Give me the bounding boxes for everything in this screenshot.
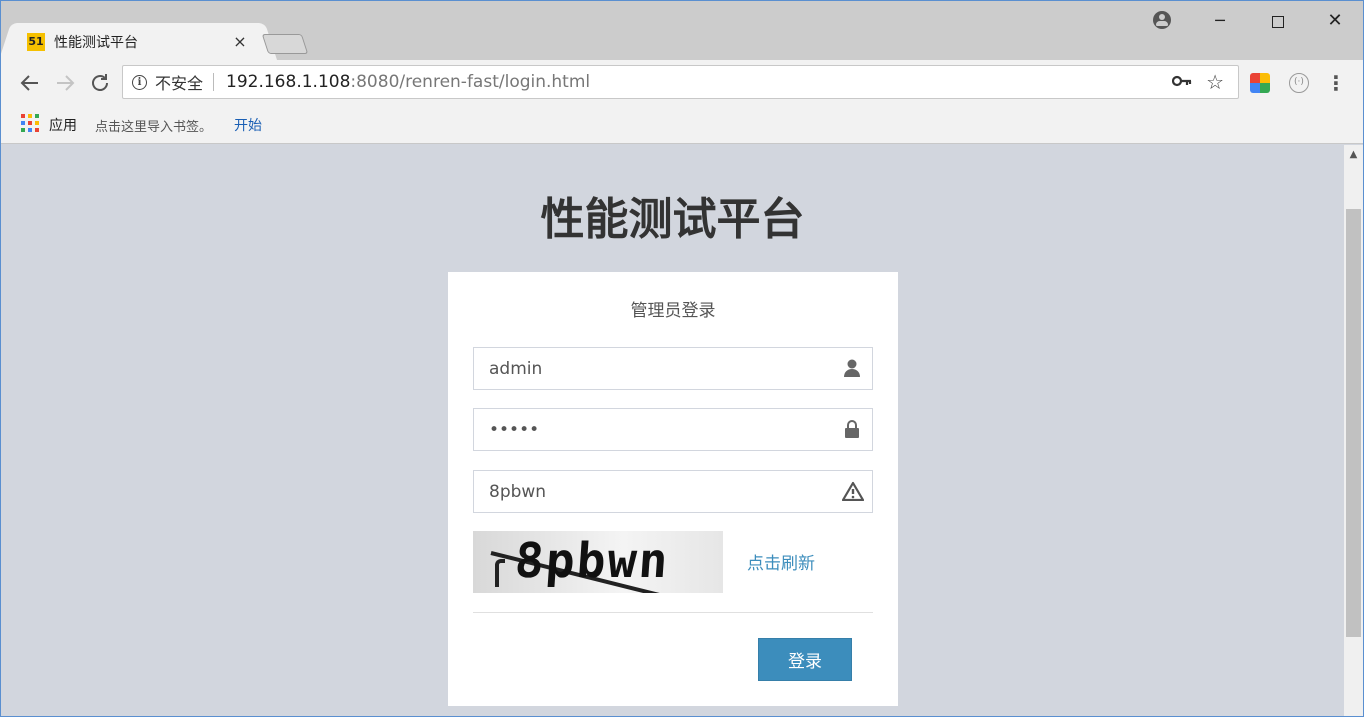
browser-window: 51 性能测试平台 × ─ ✕ i 不安全 192.168.1.108:8080… xyxy=(0,0,1364,717)
username-input[interactable] xyxy=(474,348,834,389)
browser-toolbar: i 不安全 192.168.1.108:8080/renren-fast/log… xyxy=(1,60,1363,105)
url-host: 192.168.1.108 xyxy=(226,72,351,92)
apps-grid-icon[interactable] xyxy=(21,114,39,132)
key-icon[interactable] xyxy=(1171,73,1192,93)
password-field[interactable] xyxy=(473,408,873,451)
tab-strip: 51 性能测试平台 × ─ ✕ xyxy=(1,1,1363,60)
import-bookmarks-hint: 点击这里导入书签。 xyxy=(95,120,213,135)
captcha-noise-hook xyxy=(495,559,505,587)
reload-button[interactable] xyxy=(87,70,113,96)
browser-menu-icon[interactable]: ⋮ xyxy=(1326,70,1346,96)
vertical-scrollbar[interactable]: ▲ xyxy=(1344,145,1363,716)
site-favicon-icon: 51 xyxy=(27,32,45,51)
reload-icon xyxy=(92,74,108,91)
captcha-input[interactable] xyxy=(474,471,834,512)
captcha-text: 8pbwn xyxy=(513,533,672,589)
tab-title: 性能测试平台 xyxy=(54,34,138,51)
scroll-thumb[interactable] xyxy=(1346,209,1361,637)
form-divider xyxy=(473,612,873,613)
address-bar[interactable]: i 不安全 192.168.1.108:8080/renren-fast/log… xyxy=(122,65,1239,99)
tab-close-icon[interactable]: × xyxy=(232,32,248,51)
security-label[interactable]: 不安全 xyxy=(155,70,203,94)
refresh-captcha-link[interactable]: 点击刷新 xyxy=(747,549,815,574)
captcha-image[interactable]: 8pbwn xyxy=(473,531,723,593)
back-button[interactable] xyxy=(17,70,43,96)
apps-bookmark[interactable]: 应用 xyxy=(49,115,77,135)
url-text[interactable]: 192.168.1.108:8080/renren-fast/login.htm… xyxy=(226,72,590,92)
forward-button[interactable] xyxy=(52,70,78,96)
username-field[interactable] xyxy=(473,347,873,390)
info-icon[interactable]: i xyxy=(132,74,147,90)
user-icon xyxy=(842,358,862,378)
captcha-field[interactable] xyxy=(473,470,873,513)
bookmarks-bar: 应用 点击这里导入书签。 开始 xyxy=(1,105,1363,144)
extension-color-icon[interactable] xyxy=(1250,73,1270,93)
bookmark-star-icon[interactable]: ☆ xyxy=(1206,70,1224,94)
new-tab-button[interactable] xyxy=(261,34,309,54)
warning-icon xyxy=(841,481,865,502)
maximize-icon xyxy=(1272,15,1284,28)
address-separator xyxy=(213,73,215,91)
page-content: 性能测试平台 管理员登录 admin 8pbwn 8pbwn 点击刷新 登录 xyxy=(1,145,1344,716)
password-input[interactable] xyxy=(474,409,834,450)
login-heading: 管理员登录 xyxy=(630,301,716,321)
login-button[interactable]: 登录 xyxy=(758,638,852,681)
profile-icon[interactable] xyxy=(1153,11,1171,29)
arrow-right-icon xyxy=(57,75,75,91)
tab-active[interactable]: 51 性能测试平台 × xyxy=(13,23,263,60)
url-path: :8080/renren-fast/login.html xyxy=(350,72,591,92)
start-link[interactable]: 开始 xyxy=(234,115,262,135)
close-window-button[interactable]: ✕ xyxy=(1323,9,1347,33)
maximize-button[interactable] xyxy=(1266,9,1290,33)
lock-icon xyxy=(842,419,862,439)
minimize-button[interactable]: ─ xyxy=(1208,9,1232,33)
extension-circle-icon[interactable]: (·) xyxy=(1289,73,1309,93)
arrow-left-icon xyxy=(20,75,38,91)
page-title: 性能测试平台 xyxy=(540,194,805,245)
scroll-up-icon[interactable]: ▲ xyxy=(1344,145,1363,165)
login-box: 管理员登录 8 xyxy=(448,272,898,706)
